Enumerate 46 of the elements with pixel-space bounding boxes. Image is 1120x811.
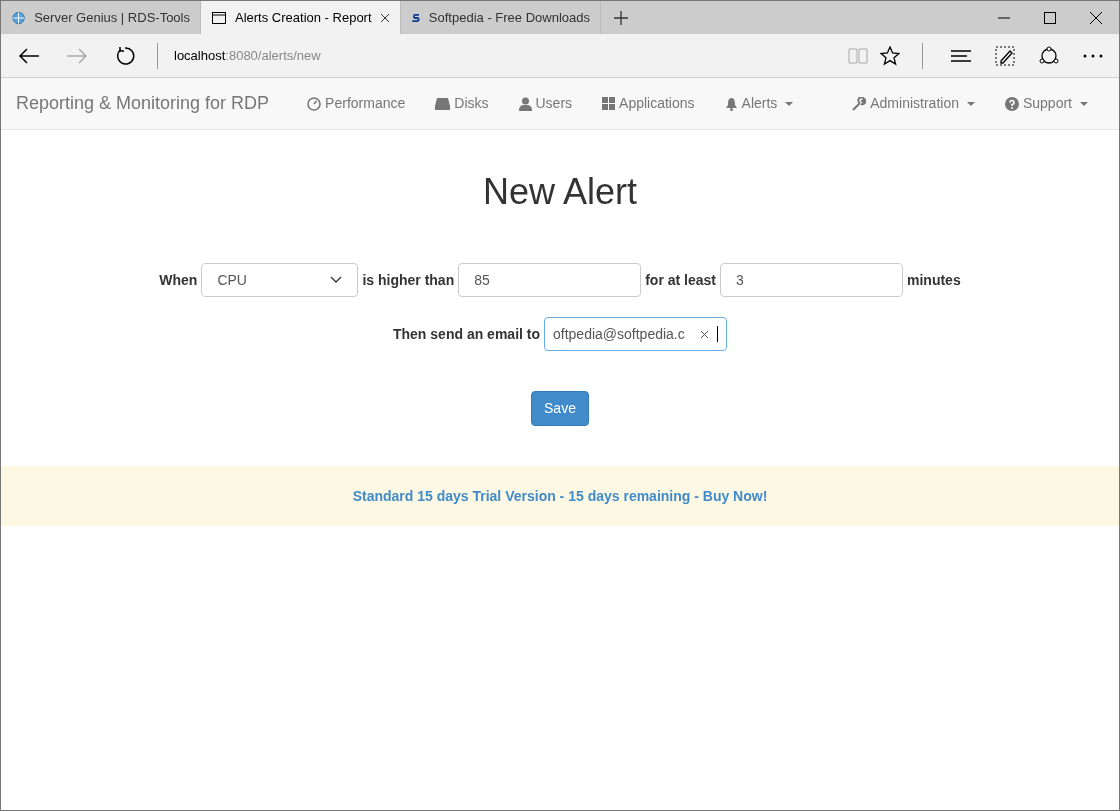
maximize-icon[interactable] xyxy=(1044,11,1056,24)
globe-icon xyxy=(11,9,27,26)
nav-link[interactable]: Alerts xyxy=(709,93,809,114)
window-icon xyxy=(211,9,227,26)
form-label: Then send an email to xyxy=(393,324,540,344)
threshold-input[interactable]: 85 xyxy=(458,263,642,298)
wrench-icon xyxy=(852,96,867,111)
duration-input[interactable]: 3 xyxy=(720,263,903,298)
nav-link[interactable]: Administration xyxy=(837,93,990,114)
nav-link[interactable]: Support xyxy=(989,93,1103,114)
form-label: for at least xyxy=(645,270,716,290)
form-label: When xyxy=(159,270,198,290)
chevron-down-icon xyxy=(330,276,343,285)
menu-lines-icon[interactable] xyxy=(951,48,971,63)
more-dots-icon[interactable] xyxy=(1083,53,1103,58)
nav-link[interactable]: Disks xyxy=(420,93,504,114)
email-input[interactable]: oftpedia@softpedia.c xyxy=(544,317,727,352)
star-icon[interactable] xyxy=(880,45,900,66)
trial-link[interactable]: Standard 15 days Trial Version - 15 days remaining - Buy Now! xyxy=(352,485,768,507)
brand-title[interactable]: Reporting & Monitoring for RDP xyxy=(1,90,285,117)
question-circle-icon xyxy=(1004,96,1019,111)
clear-icon[interactable] xyxy=(700,329,709,339)
back-arrow-icon[interactable] xyxy=(18,46,40,65)
hard-drive-icon xyxy=(435,97,451,110)
caret-icon xyxy=(785,101,794,106)
refresh-icon[interactable] xyxy=(115,45,135,66)
user-icon xyxy=(518,96,532,111)
grid-icon xyxy=(602,97,616,110)
metric-dropdown[interactable]: CPU xyxy=(201,263,359,298)
nav-link[interactable]: Performance xyxy=(292,93,421,114)
gauge-icon xyxy=(307,96,322,111)
nav-link[interactable]: Applications xyxy=(587,93,710,114)
caret-icon xyxy=(1080,101,1088,106)
bell-icon xyxy=(724,96,738,111)
save-button[interactable]: Save xyxy=(531,391,589,427)
form-label: is higher than xyxy=(362,270,455,290)
share-icon[interactable] xyxy=(1038,45,1060,66)
plus-icon[interactable] xyxy=(614,10,628,25)
form-label: minutes xyxy=(907,270,961,290)
page-heading: New Alert xyxy=(482,170,638,214)
pen-note-icon[interactable] xyxy=(995,45,1015,66)
nav-link[interactable]: Users xyxy=(503,93,588,114)
browser-tab[interactable]: Alerts Creation - Report xyxy=(201,1,401,34)
caret-icon xyxy=(966,101,975,106)
close-icon[interactable] xyxy=(1090,11,1102,24)
close-icon[interactable] xyxy=(380,12,390,23)
